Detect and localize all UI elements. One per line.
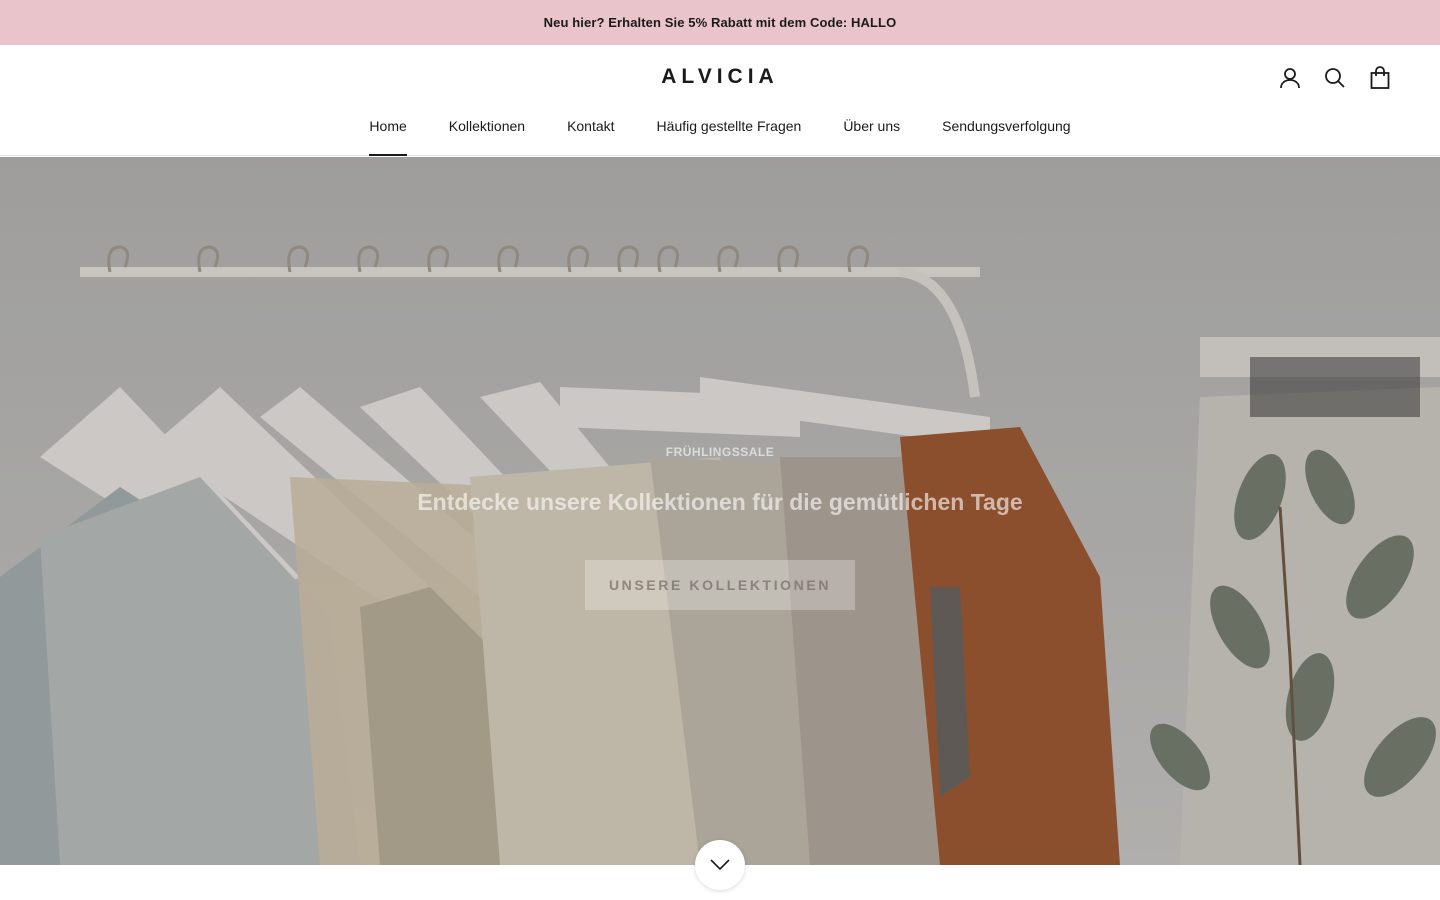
hero-banner: FRÜHLINGSSALE Entdecke unsere Kollektion…: [0, 157, 1440, 865]
cart-bag-icon[interactable]: [1367, 65, 1392, 90]
account-icon[interactable]: [1277, 65, 1302, 90]
hero-subheading: FRÜHLINGSSALE: [665, 445, 775, 459]
site-header: ALVICIA Home Kollektionen Kontakt Häufig…: [0, 45, 1440, 156]
chevron-down-icon: [710, 859, 730, 871]
nav-item-faq[interactable]: Häufig gestellte Fragen: [657, 118, 802, 156]
hero-title: Entdecke unsere Kollektionen für die gem…: [417, 489, 1023, 515]
nav-item-home[interactable]: Home: [369, 118, 408, 156]
announcement-text: Neu hier? Erhalten Sie 5% Rabatt mit dem…: [543, 15, 897, 30]
scroll-down-button[interactable]: [695, 840, 745, 890]
nav-item-sendungsverfolgung[interactable]: Sendungsverfolgung: [942, 118, 1070, 156]
hero-cta-button[interactable]: UNSERE KOLLEKTIONEN: [585, 560, 855, 610]
nav-item-kontakt[interactable]: Kontakt: [567, 118, 614, 156]
brand-logo[interactable]: ALVICIA: [0, 65, 1440, 89]
header-icons: [1277, 65, 1392, 90]
hero-content: FRÜHLINGSSALE Entdecke unsere Kollektion…: [0, 445, 1440, 610]
main-nav: Home Kollektionen Kontakt Häufig gestell…: [0, 118, 1440, 156]
nav-item-ueber-uns[interactable]: Über uns: [843, 118, 900, 156]
nav-item-kollektionen[interactable]: Kollektionen: [449, 118, 525, 156]
search-icon[interactable]: [1322, 65, 1347, 90]
announcement-bar: Neu hier? Erhalten Sie 5% Rabatt mit dem…: [0, 0, 1440, 45]
